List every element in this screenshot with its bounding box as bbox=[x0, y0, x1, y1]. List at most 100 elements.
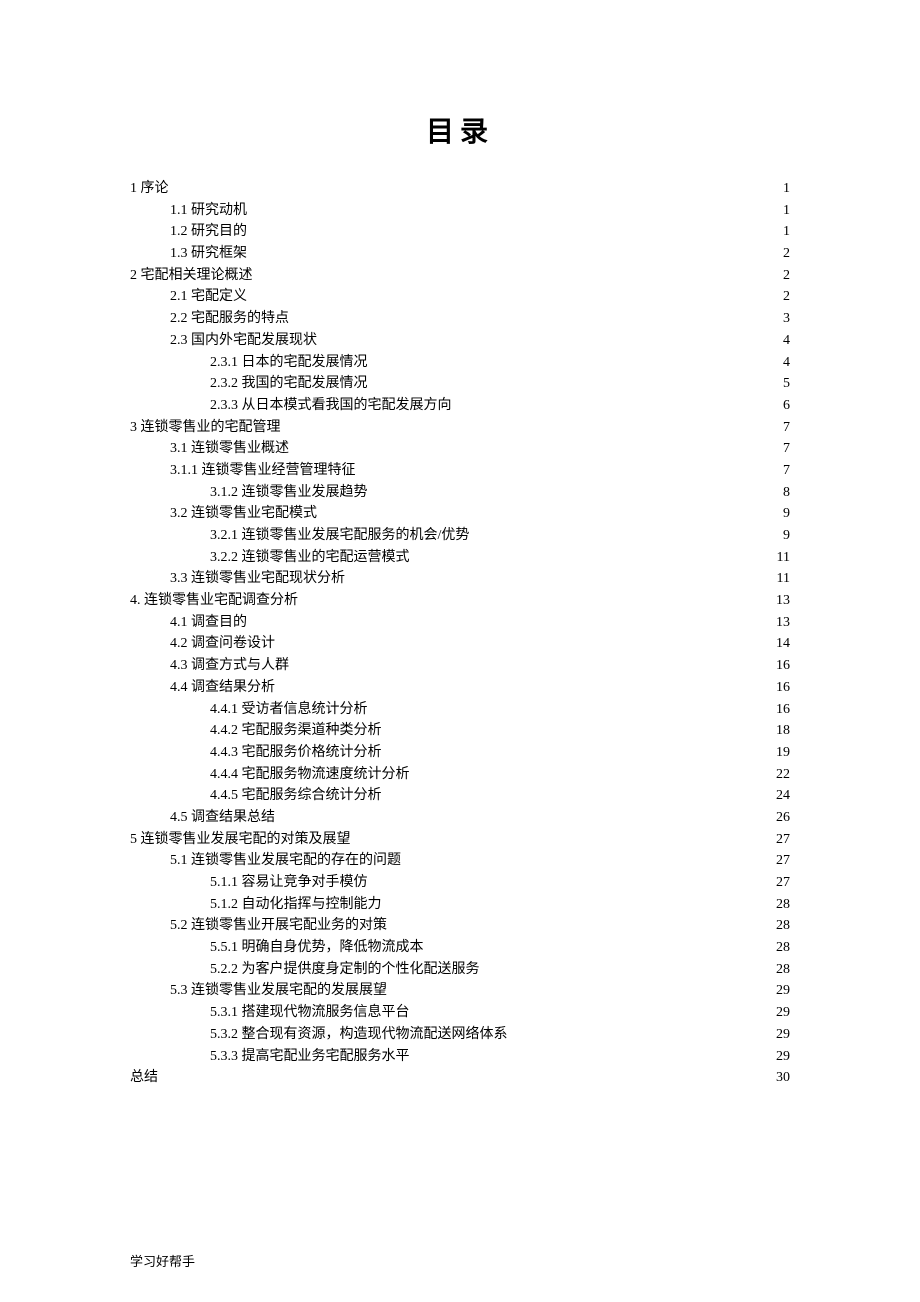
toc-label: 3.2.1 连锁零售业发展宅配服务的机会/优势 bbox=[210, 525, 469, 547]
toc-label: 4.4 调查结果分析 bbox=[170, 677, 275, 699]
toc-page-number: 7 bbox=[783, 460, 790, 482]
toc-entry[interactable]: 3 连锁零售业的宅配管理7 bbox=[130, 417, 790, 439]
toc-label: 2.3.3 从日本模式看我国的宅配发展方向 bbox=[210, 395, 452, 417]
toc-page-number: 29 bbox=[776, 1002, 790, 1024]
toc-entry[interactable]: 5.3.3 提高宅配业务宅配服务水平 29 bbox=[130, 1046, 790, 1068]
toc-label: 3.3 连锁零售业宅配现状分析 bbox=[170, 568, 345, 590]
toc-page-number: 7 bbox=[783, 417, 790, 439]
toc-entry[interactable]: 3.2 连锁零售业宅配模式9 bbox=[130, 503, 790, 525]
toc-label: 3.1 连锁零售业概述 bbox=[170, 438, 289, 460]
toc-page-number: 16 bbox=[776, 677, 790, 699]
toc-entry[interactable]: 4.4.1 受访者信息统计分析16 bbox=[130, 699, 790, 721]
toc-entry[interactable]: 5.1.2 自动化指挥与控制能力28 bbox=[130, 894, 790, 916]
toc-entry[interactable]: 5.2.2 为客户提供度身定制的个性化配送服务 28 bbox=[130, 959, 790, 981]
toc-page-number: 29 bbox=[776, 1024, 790, 1046]
toc-label: 5.1 连锁零售业发展宅配的存在的问题 bbox=[170, 850, 401, 872]
toc-label: 2.3 国内外宅配发展现状 bbox=[170, 330, 317, 352]
toc-entry[interactable]: 4.4.2 宅配服务渠道种类分析 18 bbox=[130, 720, 790, 742]
toc-label: 1.3 研究框架 bbox=[170, 243, 247, 265]
toc-entry[interactable]: 2.3.3 从日本模式看我国的宅配发展方向6 bbox=[130, 395, 790, 417]
toc-label: 4. 连锁零售业宅配调查分析 bbox=[130, 590, 298, 612]
toc-entry[interactable]: 4.4.3 宅配服务价格统计分析19 bbox=[130, 742, 790, 764]
toc-label: 2 宅配相关理论概述 bbox=[130, 265, 253, 287]
toc-entry[interactable]: 4.5 调查结果总结26 bbox=[130, 807, 790, 829]
toc-entry[interactable]: 5.1 连锁零售业发展宅配的存在的问题27 bbox=[130, 850, 790, 872]
toc-entry[interactable]: 4.3 调查方式与人群 16 bbox=[130, 655, 790, 677]
toc-entry[interactable]: 2.3.1 日本的宅配发展情况4 bbox=[130, 352, 790, 374]
document-page: 目录 1 序论11.1 研究动机11.2 研究目的11.3 研究框架22 宅配相… bbox=[0, 0, 920, 1302]
toc-page-number: 4 bbox=[783, 330, 790, 352]
toc-entry[interactable]: 4.4.4 宅配服务物流速度统计分析22 bbox=[130, 764, 790, 786]
toc-page-number: 18 bbox=[776, 720, 790, 742]
toc-label: 总结 bbox=[130, 1067, 158, 1089]
toc-entry[interactable]: 4.4.5 宅配服务综合统计分析24 bbox=[130, 785, 790, 807]
toc-entry[interactable]: 3.3 连锁零售业宅配现状分析 11 bbox=[130, 568, 790, 590]
toc-entry[interactable]: 5.2 连锁零售业开展宅配业务的对策28 bbox=[130, 915, 790, 937]
toc-label: 5.5.1 明确自身优势，降低物流成本 bbox=[210, 937, 424, 959]
toc-entry[interactable]: 1 序论1 bbox=[130, 178, 790, 200]
toc-entry[interactable]: 3.1 连锁零售业概述7 bbox=[130, 438, 790, 460]
toc-page-number: 13 bbox=[776, 590, 790, 612]
toc-page-number: 14 bbox=[776, 633, 790, 655]
toc-entry[interactable]: 2.1 宅配定义2 bbox=[130, 286, 790, 308]
toc-page-number: 3 bbox=[783, 308, 790, 330]
toc-page-number: 8 bbox=[783, 482, 790, 504]
toc-entry[interactable]: 5.3.2 整合现有资源，构造现代物流配送网络体系 29 bbox=[130, 1024, 790, 1046]
toc-entry[interactable]: 4.2 调查问卷设计14 bbox=[130, 633, 790, 655]
toc-page-number: 11 bbox=[777, 568, 790, 590]
toc-page-number: 13 bbox=[776, 612, 790, 634]
toc-label: 5 连锁零售业发展宅配的对策及展望 bbox=[130, 829, 351, 851]
toc-entry[interactable]: 4. 连锁零售业宅配调查分析 13 bbox=[130, 590, 790, 612]
toc-entry[interactable]: 2.3.2 我国的宅配发展情况 5 bbox=[130, 373, 790, 395]
toc-page-number: 29 bbox=[776, 1046, 790, 1068]
toc-entry[interactable]: 5.1.1 容易让竞争对手模仿27 bbox=[130, 872, 790, 894]
toc-page-number: 16 bbox=[776, 699, 790, 721]
toc-label: 2.2 宅配服务的特点 bbox=[170, 308, 289, 330]
toc-label: 2.3.2 我国的宅配发展情况 bbox=[210, 373, 368, 395]
toc-label: 5.1.2 自动化指挥与控制能力 bbox=[210, 894, 382, 916]
toc-label: 4.4.2 宅配服务渠道种类分析 bbox=[210, 720, 382, 742]
toc-entry[interactable]: 1.2 研究目的1 bbox=[130, 221, 790, 243]
toc-page-number: 1 bbox=[783, 221, 790, 243]
toc-label: 3.2 连锁零售业宅配模式 bbox=[170, 503, 317, 525]
toc-label: 1.1 研究动机 bbox=[170, 200, 247, 222]
toc-entry[interactable]: 4.1 调查目的 13 bbox=[130, 612, 790, 634]
toc-entry[interactable]: 3.2.2 连锁零售业的宅配运营模式11 bbox=[130, 547, 790, 569]
toc-label: 5.2 连锁零售业开展宅配业务的对策 bbox=[170, 915, 387, 937]
toc-entry[interactable]: 5.5.1 明确自身优势，降低物流成本 28 bbox=[130, 937, 790, 959]
toc-page-number: 28 bbox=[776, 959, 790, 981]
toc-label: 3.2.2 连锁零售业的宅配运营模式 bbox=[210, 547, 410, 569]
toc-entry[interactable]: 4.4 调查结果分析 16 bbox=[130, 677, 790, 699]
toc-page-number: 9 bbox=[783, 525, 790, 547]
toc-label: 4.3 调查方式与人群 bbox=[170, 655, 289, 677]
toc-entry[interactable]: 1.1 研究动机 1 bbox=[130, 200, 790, 222]
toc-label: 5.3.1 搭建现代物流服务信息平台 bbox=[210, 1002, 410, 1024]
toc-entry[interactable]: 5.3 连锁零售业发展宅配的发展展望 29 bbox=[130, 980, 790, 1002]
toc-title: 目录 bbox=[130, 110, 790, 150]
toc-entry[interactable]: 3.2.1 连锁零售业发展宅配服务的机会/优势 9 bbox=[130, 525, 790, 547]
toc-page-number: 29 bbox=[776, 980, 790, 1002]
toc-entry[interactable]: 1.3 研究框架2 bbox=[130, 243, 790, 265]
toc-entry[interactable]: 总结 30 bbox=[130, 1067, 790, 1089]
toc-label: 5.3 连锁零售业发展宅配的发展展望 bbox=[170, 980, 387, 1002]
toc-entry[interactable]: 3.1.2 连锁零售业发展趋势8 bbox=[130, 482, 790, 504]
toc-entry[interactable]: 5 连锁零售业发展宅配的对策及展望27 bbox=[130, 829, 790, 851]
toc-label: 1 序论 bbox=[130, 178, 169, 200]
toc-entry[interactable]: 2.3 国内外宅配发展现状 4 bbox=[130, 330, 790, 352]
toc-page-number: 30 bbox=[776, 1067, 790, 1089]
toc-label: 5.2.2 为客户提供度身定制的个性化配送服务 bbox=[210, 959, 480, 981]
toc-label: 2.1 宅配定义 bbox=[170, 286, 247, 308]
toc-page-number: 1 bbox=[783, 200, 790, 222]
toc-label: 5.3.3 提高宅配业务宅配服务水平 bbox=[210, 1046, 410, 1068]
toc-page-number: 28 bbox=[776, 937, 790, 959]
toc-container: 1 序论11.1 研究动机11.2 研究目的11.3 研究框架22 宅配相关理论… bbox=[130, 178, 790, 1089]
toc-page-number: 5 bbox=[783, 373, 790, 395]
toc-entry[interactable]: 2 宅配相关理论概述2 bbox=[130, 265, 790, 287]
toc-entry[interactable]: 5.3.1 搭建现代物流服务信息平台 29 bbox=[130, 1002, 790, 1024]
toc-entry[interactable]: 3.1.1 连锁零售业经营管理特征7 bbox=[130, 460, 790, 482]
toc-label: 4.1 调查目的 bbox=[170, 612, 247, 634]
toc-entry[interactable]: 2.2 宅配服务的特点 3 bbox=[130, 308, 790, 330]
toc-label: 5.3.2 整合现有资源，构造现代物流配送网络体系 bbox=[210, 1024, 508, 1046]
toc-page-number: 16 bbox=[776, 655, 790, 677]
toc-label: 4.4.5 宅配服务综合统计分析 bbox=[210, 785, 382, 807]
